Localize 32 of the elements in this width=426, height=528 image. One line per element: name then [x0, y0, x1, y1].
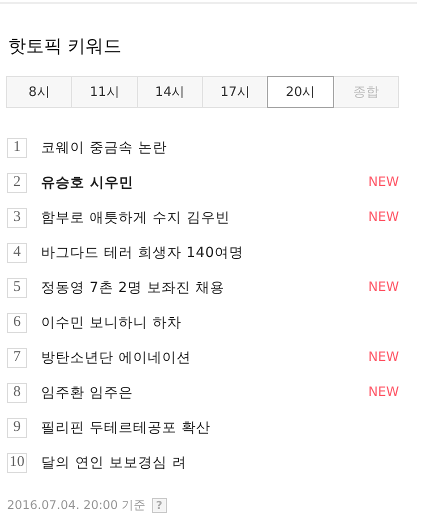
- keyword-link[interactable]: 함부로 애틋하게 수지 김우빈: [41, 208, 368, 226]
- rank-number: 5: [7, 278, 27, 298]
- rank-number: 8: [7, 382, 27, 402]
- time-tab[interactable]: 20시: [267, 76, 334, 108]
- rank-number: 2: [7, 172, 27, 192]
- timestamp-text: 2016.07.04. 20:00 기준: [7, 497, 146, 514]
- new-label: NEW: [368, 350, 399, 365]
- rank-number: 7: [7, 348, 27, 368]
- time-tab[interactable]: 14시: [136, 76, 203, 108]
- rank-number: 3: [7, 208, 27, 228]
- new-label: NEW: [368, 175, 399, 190]
- keyword-link[interactable]: 정동영 7촌 2명 보좌진 채용: [41, 278, 368, 296]
- time-tab[interactable]: 11시: [71, 76, 138, 108]
- keyword-link[interactable]: 필리핀 두테르테공포 확산: [41, 418, 399, 436]
- time-tab[interactable]: 17시: [202, 76, 268, 108]
- keyword-link[interactable]: 코웨이 중금속 논란: [41, 138, 399, 156]
- section-title: 핫토픽 키워드: [8, 35, 123, 59]
- time-tab[interactable]: 8시: [6, 76, 72, 108]
- new-label: NEW: [368, 280, 399, 295]
- keyword-link[interactable]: 방탄소년단 에이네이션: [41, 348, 368, 366]
- keyword-link[interactable]: 임주환 임주은: [41, 384, 368, 402]
- keyword-link[interactable]: 유승호 시우민: [41, 174, 368, 192]
- keyword-link[interactable]: 달의 연인 보보경심 려: [41, 454, 399, 472]
- rank-number: 6: [7, 312, 27, 332]
- new-label: NEW: [368, 385, 399, 400]
- rank-number: 1: [7, 138, 27, 158]
- keyword-link[interactable]: 바그다드 테러 희생자 140여명: [41, 244, 399, 262]
- rank-number: 10: [7, 452, 27, 472]
- new-label: NEW: [368, 210, 399, 225]
- rank-number: 9: [7, 418, 27, 438]
- keyword-link[interactable]: 이수민 보니하니 하차: [41, 314, 399, 332]
- rank-number: 4: [7, 242, 27, 262]
